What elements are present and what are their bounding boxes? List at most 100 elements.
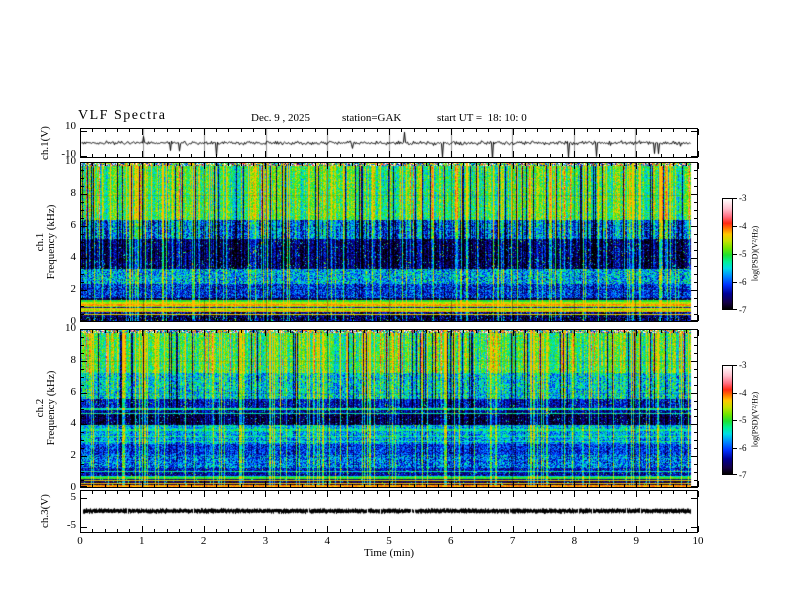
colorbar-tick-label: -5	[739, 249, 747, 259]
y-minor-tick	[81, 480, 84, 481]
x-tick	[191, 491, 192, 494]
x-tick	[92, 529, 93, 532]
x-tick	[636, 151, 637, 157]
x-tick	[253, 154, 254, 157]
x-tick	[438, 163, 439, 166]
x-tick	[117, 163, 118, 166]
x-tick	[661, 484, 662, 487]
x-tick	[414, 154, 415, 157]
y-major-tick	[691, 393, 697, 394]
x-tick	[426, 163, 427, 166]
x-tick	[661, 154, 662, 157]
colorbar-tick-label: -6	[739, 442, 747, 453]
x-tick	[92, 163, 93, 166]
x-tick	[488, 163, 489, 166]
x-tick	[463, 330, 464, 333]
x-tick	[401, 318, 402, 321]
y-major-tick	[691, 456, 697, 457]
x-tick	[389, 526, 390, 532]
x-tick	[241, 330, 242, 333]
x-tick	[302, 330, 303, 333]
y-major-tick	[691, 131, 697, 132]
x-tick	[414, 491, 415, 494]
x-tick	[414, 484, 415, 487]
x-tick	[389, 129, 390, 135]
y-major-tick	[81, 194, 87, 195]
ch2-colorbar	[722, 365, 733, 475]
y-minor-tick	[694, 250, 697, 251]
colorbar-tick	[733, 309, 737, 310]
x-tick	[92, 318, 93, 321]
x-tick	[364, 163, 365, 166]
x-tick	[488, 330, 489, 333]
x-tick	[290, 318, 291, 321]
x-tick	[426, 129, 427, 132]
x-tick	[488, 318, 489, 321]
x-tick	[389, 330, 390, 336]
station-label: station=GAK	[342, 112, 402, 124]
x-tick	[129, 154, 130, 157]
x-tick	[624, 163, 625, 166]
x-tick	[302, 129, 303, 132]
y-minor-tick	[81, 170, 84, 171]
colorbar-tick-label: -6	[739, 277, 747, 287]
x-tick	[587, 491, 588, 494]
x-tick	[117, 529, 118, 532]
x-tick	[426, 330, 427, 333]
x-tick	[426, 318, 427, 321]
x-tick	[265, 151, 266, 157]
y-major-tick	[691, 290, 697, 291]
y-major-tick	[81, 527, 87, 528]
x-tick	[191, 129, 192, 132]
x-tick	[686, 129, 687, 132]
x-tick	[278, 529, 279, 532]
x-tick	[451, 526, 452, 532]
x-tick	[463, 154, 464, 157]
x-tick	[525, 129, 526, 132]
x-tick	[278, 163, 279, 166]
y-minor-tick	[694, 432, 697, 433]
x-tick	[673, 330, 674, 333]
x-tick	[636, 330, 637, 336]
x-tick	[352, 330, 353, 333]
x-tick	[216, 163, 217, 166]
x-tick	[92, 129, 93, 132]
colorbar-tick-label: -5	[739, 415, 747, 425]
x-tick	[364, 129, 365, 132]
y-minor-tick	[81, 274, 84, 275]
y-minor-tick	[81, 432, 84, 433]
x-tick	[488, 484, 489, 487]
x-tick	[228, 484, 229, 487]
x-tick	[438, 318, 439, 321]
x-tick	[92, 491, 93, 494]
x-tick	[105, 484, 106, 487]
x-tick	[550, 330, 551, 333]
x-tick	[463, 129, 464, 132]
y-major-tick	[691, 156, 697, 157]
x-tick	[315, 491, 316, 494]
y-minor-tick	[81, 242, 84, 243]
y-major-tick	[691, 527, 697, 528]
x-tick	[649, 484, 650, 487]
y-minor-tick	[694, 353, 697, 354]
x-tick	[624, 484, 625, 487]
x-tick	[302, 318, 303, 321]
ch1-wave-ytick: 10	[65, 120, 76, 132]
y-minor-tick	[694, 448, 697, 449]
x-tick	[488, 129, 489, 132]
x-tick	[117, 129, 118, 132]
x-tick	[673, 163, 674, 166]
x-tick	[673, 318, 674, 321]
x-tick	[142, 330, 143, 336]
x-tick	[204, 151, 205, 157]
y-major-tick	[81, 131, 87, 132]
x-tick	[278, 484, 279, 487]
x-tick	[228, 529, 229, 532]
y-minor-tick	[694, 480, 697, 481]
x-tick	[278, 318, 279, 321]
y-minor-tick	[694, 282, 697, 283]
colorbar-tick	[733, 282, 737, 283]
x-tick	[117, 318, 118, 321]
x-tick	[463, 484, 464, 487]
x-tick	[698, 129, 699, 135]
